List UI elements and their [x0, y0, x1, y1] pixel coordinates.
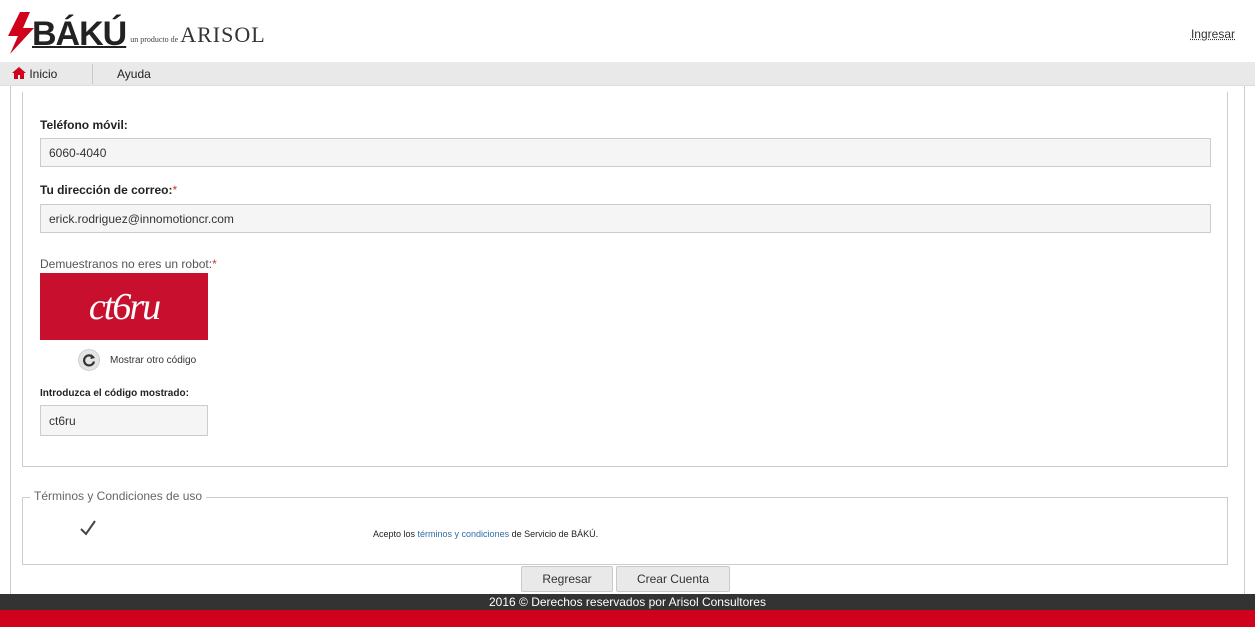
nav-item-inicio[interactable]: Inicio: [12, 62, 57, 86]
mobile-label: Teléfono móvil:: [40, 118, 128, 132]
refresh-captcha-label[interactable]: Mostrar otro código: [110, 355, 196, 366]
nav-item-label: Inicio: [29, 67, 58, 81]
code-input[interactable]: ct6ru: [40, 405, 208, 436]
required-mark: *: [212, 257, 217, 271]
nav-item-ayuda[interactable]: Ayuda: [117, 62, 151, 86]
email-field[interactable]: erick.rodriguez@innomotioncr.com: [40, 204, 1211, 233]
terms-link[interactable]: términos y condiciones: [418, 529, 510, 539]
terms-legend: Términos y Condiciones de uso: [30, 489, 207, 503]
email-value: erick.rodriguez@innomotioncr.com: [49, 211, 234, 226]
terms-text: Acepto los términos y condiciones de Ser…: [373, 529, 598, 539]
nav-divider: [92, 64, 93, 84]
brand-byline: un producto de: [130, 35, 179, 44]
captcha-image: ct6ru: [40, 273, 208, 340]
code-label: Introduzca el código mostrado:: [40, 388, 189, 399]
nav-item-label: Ayuda: [117, 67, 151, 81]
code-value: ct6ru: [49, 413, 76, 428]
terms-suffix: de Servicio de BÁKÚ.: [509, 529, 599, 539]
nav-bar: Inicio Ayuda: [0, 62, 1255, 86]
robot-label-text: Demuestranos no eres un robot:: [40, 257, 213, 271]
footer-accent-bar: [0, 610, 1255, 627]
terms-fieldset: [22, 497, 1228, 565]
required-mark: *: [172, 183, 178, 197]
mobile-value: 6060-4040: [49, 145, 107, 160]
email-label-text: Tu dirección de correo:: [40, 183, 173, 197]
company-name: ARISOL: [180, 22, 266, 47]
create-account-button[interactable]: Crear Cuenta: [616, 566, 730, 592]
home-icon: [12, 67, 26, 79]
header-bar: BÁKÚ un producto de ARISOL Ingresar: [0, 0, 1255, 62]
refresh-icon: [83, 354, 96, 367]
mobile-field[interactable]: 6060-4040: [40, 138, 1211, 167]
captcha-text: ct6ru: [88, 285, 161, 328]
robot-label: Demuestranos no eres un robot:*: [40, 257, 217, 271]
footer: 2016 © Derechos reservados por Arisol Co…: [0, 594, 1255, 610]
refresh-captcha-button[interactable]: [78, 349, 100, 371]
terms-prefix: Acepto los: [373, 529, 418, 539]
login-link[interactable]: Ingresar: [1191, 27, 1235, 41]
back-button[interactable]: Regresar: [521, 566, 613, 592]
terms-checkbox[interactable]: [78, 518, 98, 538]
brand-name: BÁKÚ: [32, 15, 127, 53]
logo[interactable]: BÁKÚ un producto de ARISOL: [6, 8, 266, 54]
email-label: Tu dirección de correo:*: [40, 183, 177, 197]
